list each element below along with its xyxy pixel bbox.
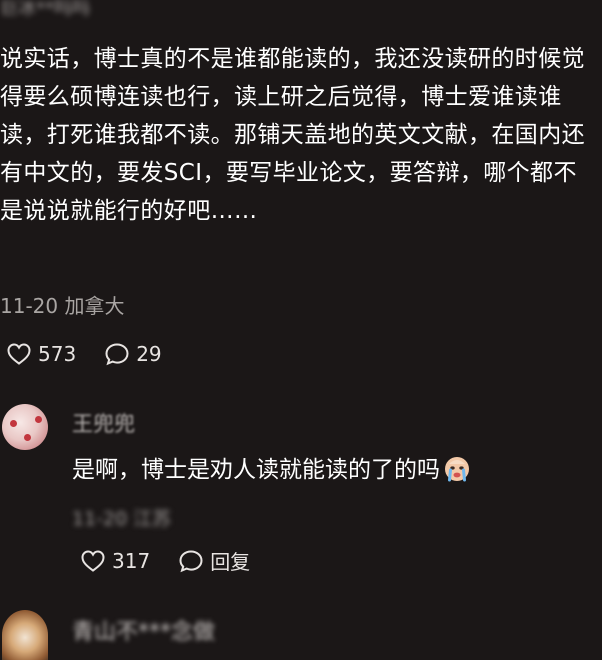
next-comment-avatar[interactable] [2, 610, 48, 660]
speech-bubble-icon [105, 343, 129, 366]
avatar-decoration [35, 416, 42, 423]
avatar-decoration [24, 434, 31, 441]
reply-like-button[interactable]: 317 [80, 549, 150, 573]
speech-bubble-icon [179, 549, 203, 572]
next-comment-author[interactable]: 青山不***念做 [72, 614, 215, 646]
top-comment-date: 11-20 [0, 294, 59, 318]
reply-actions: 317 回复 [80, 546, 278, 575]
top-comment-author[interactable]: 巨冰**吗吗 [0, 0, 205, 22]
reply-text: 是啊，博士是劝人读就能读的了的吗 [72, 457, 440, 483]
reply-author[interactable]: 王兜兜 [72, 408, 135, 438]
heart-icon [7, 343, 31, 365]
top-comment-header: 巨冰**吗吗 [0, 0, 602, 22]
reply-avatar[interactable] [2, 404, 48, 450]
heart-icon [81, 549, 105, 572]
top-comment-meta: 11-20 加拿大 [0, 290, 124, 319]
reply-button-label: 回复 [210, 550, 251, 574]
reply-button[interactable]: 回复 [178, 546, 250, 575]
like-count: 573 [38, 342, 77, 366]
reply-text-line: 是啊，博士是劝人读就能读的了的吗 [72, 450, 471, 484]
top-comment-actions: 573 29 [6, 338, 190, 370]
reply-like-count: 317 [112, 548, 151, 573]
comment-button[interactable]: 29 [104, 342, 162, 366]
top-comment-location: 加拿大 [64, 294, 125, 318]
like-button[interactable]: 573 [6, 342, 76, 366]
comment-count: 29 [136, 342, 162, 366]
crying-face-emoji-icon [445, 457, 469, 482]
reply-meta: 11-20 江苏 [72, 508, 172, 530]
top-comment-text: 说实话，博士真的不是谁都能读的，我还没读研的时候觉得要么硕博连读也行，读上研之后… [0, 46, 585, 224]
reply-comment: 王兜兜 是啊，博士是劝人读就能读的了的吗 11-20 江苏 317 回复 [0, 398, 602, 588]
avatar-decoration [10, 420, 17, 427]
